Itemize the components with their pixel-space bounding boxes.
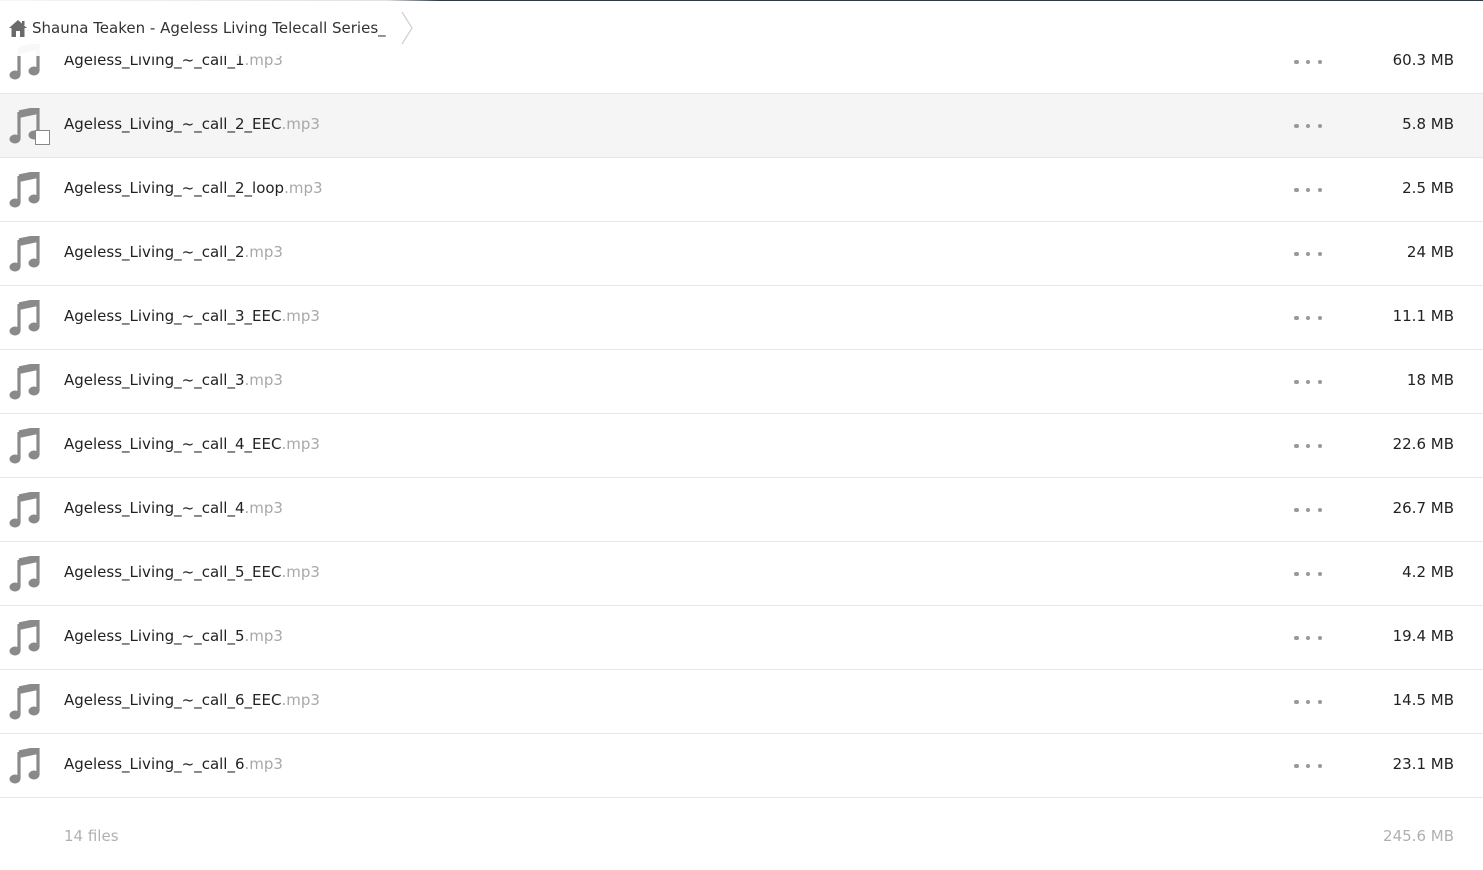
- file-size: 14.5 MB: [1392, 691, 1454, 709]
- breadcrumb: Shauna Teaken - Ageless Living Telecall …: [0, 0, 440, 56]
- file-name[interactable]: Ageless_Living_~_call_2.mp3: [64, 243, 283, 261]
- more-options-icon[interactable]: [1294, 120, 1322, 132]
- file-size: 26.7 MB: [1392, 499, 1454, 517]
- more-options-icon[interactable]: [1294, 440, 1322, 452]
- file-row[interactable]: Ageless_Living_~_call_6.mp3 23.1 MB: [0, 734, 1483, 798]
- more-options-icon[interactable]: [1294, 568, 1322, 580]
- file-row[interactable]: Ageless_Living_~_call_4_EEC.mp3 22.6 MB: [0, 414, 1483, 478]
- more-options-icon[interactable]: [1294, 248, 1322, 260]
- music-note-icon: [9, 682, 43, 720]
- music-note-icon: [9, 618, 43, 656]
- file-extension: .mp3: [281, 307, 320, 325]
- file-row[interactable]: Ageless_Living_~_call_6_EEC.mp3 14.5 MB: [0, 670, 1483, 734]
- more-options-icon[interactable]: [1294, 312, 1322, 324]
- file-size: 18 MB: [1406, 371, 1454, 389]
- file-name[interactable]: Ageless_Living_~_call_6_EEC.mp3: [64, 691, 320, 709]
- file-extension: .mp3: [244, 499, 283, 517]
- file-size: 24 MB: [1406, 243, 1454, 261]
- more-options-icon[interactable]: [1294, 504, 1322, 516]
- more-options-icon[interactable]: [1294, 632, 1322, 644]
- file-name-base: Ageless_Living_~_call_6_EEC: [64, 691, 282, 709]
- file-name[interactable]: Ageless_Living_~_call_2_EEC.mp3: [64, 115, 320, 133]
- file-size: 23.1 MB: [1392, 755, 1454, 773]
- select-checkbox[interactable]: [35, 130, 50, 145]
- file-size: 5.8 MB: [1402, 115, 1454, 133]
- file-extension: .mp3: [281, 563, 320, 581]
- file-row[interactable]: Ageless_Living_~_call_4.mp3 26.7 MB: [0, 478, 1483, 542]
- file-name[interactable]: Ageless_Living_~_call_5_EEC.mp3: [64, 563, 320, 581]
- file-name-base: Ageless_Living_~_call_2: [64, 243, 245, 261]
- file-extension: .mp3: [244, 755, 283, 773]
- file-name-base: Ageless_Living_~_call_4: [64, 499, 245, 517]
- file-extension: .mp3: [284, 179, 323, 197]
- more-options-icon[interactable]: [1294, 376, 1322, 388]
- file-extension: .mp3: [244, 627, 283, 645]
- home-icon[interactable]: [8, 18, 28, 38]
- music-note-icon: [9, 362, 43, 400]
- file-count: 14 files: [64, 827, 119, 845]
- file-row[interactable]: Ageless_Living_~_call_3.mp3 18 MB: [0, 350, 1483, 414]
- file-name-base: Ageless_Living_~_call_3_EEC: [64, 307, 282, 325]
- file-size: 19.4 MB: [1392, 627, 1454, 645]
- file-row[interactable]: Ageless_Living_~_call_2.mp3 24 MB: [0, 222, 1483, 286]
- file-name-base: Ageless_Living_~_call_6: [64, 755, 245, 773]
- file-name-base: Ageless_Living_~_call_5_EEC: [64, 563, 282, 581]
- file-size: 22.6 MB: [1392, 435, 1454, 453]
- music-note-icon: [9, 298, 43, 336]
- file-name[interactable]: Ageless_Living_~_call_2_loop.mp3: [64, 179, 323, 197]
- file-row[interactable]: Ageless_Living_~_call_5.mp3 19.4 MB: [0, 606, 1483, 670]
- file-size: 60.3 MB: [1392, 51, 1454, 69]
- file-list: Ageless_Living_~_call_1.mp3 60.3 MB Ageles…: [0, 30, 1483, 798]
- file-name-base: Ageless_Living_~_call_2_EEC: [64, 115, 282, 133]
- music-note-icon: [9, 426, 43, 464]
- music-note-icon: [9, 746, 43, 784]
- file-name[interactable]: Ageless_Living_~_call_6.mp3: [64, 755, 283, 773]
- music-note-icon: [9, 170, 43, 208]
- music-note-icon: [9, 490, 43, 528]
- file-extension: .mp3: [281, 691, 320, 709]
- file-extension: .mp3: [281, 115, 320, 133]
- more-options-icon[interactable]: [1294, 56, 1322, 68]
- file-name-base: Ageless_Living_~_call_4_EEC: [64, 435, 282, 453]
- list-footer: 14 files 245.6 MB: [0, 800, 1483, 870]
- file-name-base: Ageless_Living_~_call_5: [64, 627, 245, 645]
- chevron-right-icon: [401, 11, 413, 45]
- file-size: 4.2 MB: [1402, 563, 1454, 581]
- file-size: 11.1 MB: [1392, 307, 1454, 325]
- file-row[interactable]: Ageless_Living_~_call_2_loop.mp3 2.5 MB: [0, 158, 1483, 222]
- file-row[interactable]: Ageless_Living_~_call_2_EEC.mp3 5.8 MB: [0, 94, 1483, 158]
- file-row[interactable]: Ageless_Living_~_call_3_EEC.mp3 11.1 MB: [0, 286, 1483, 350]
- file-name[interactable]: Ageless_Living_~_call_4.mp3: [64, 499, 283, 517]
- breadcrumb-folder[interactable]: Shauna Teaken - Ageless Living Telecall …: [32, 19, 386, 37]
- more-options-icon[interactable]: [1294, 696, 1322, 708]
- music-note-icon: [9, 554, 43, 592]
- file-name-base: Ageless_Living_~_call_3: [64, 371, 245, 389]
- file-name[interactable]: Ageless_Living_~_call_5.mp3: [64, 627, 283, 645]
- total-size: 245.6 MB: [1383, 827, 1454, 845]
- file-name[interactable]: Ageless_Living_~_call_3.mp3: [64, 371, 283, 389]
- file-extension: .mp3: [244, 243, 283, 261]
- file-name[interactable]: Ageless_Living_~_call_4_EEC.mp3: [64, 435, 320, 453]
- file-extension: .mp3: [244, 371, 283, 389]
- file-extension: .mp3: [281, 435, 320, 453]
- music-note-icon: [9, 234, 43, 272]
- more-options-icon[interactable]: [1294, 760, 1322, 772]
- more-options-icon[interactable]: [1294, 184, 1322, 196]
- file-row[interactable]: Ageless_Living_~_call_5_EEC.mp3 4.2 MB: [0, 542, 1483, 606]
- file-name-base: Ageless_Living_~_call_2_loop: [64, 179, 285, 197]
- file-size: 2.5 MB: [1402, 179, 1454, 197]
- file-name[interactable]: Ageless_Living_~_call_3_EEC.mp3: [64, 307, 320, 325]
